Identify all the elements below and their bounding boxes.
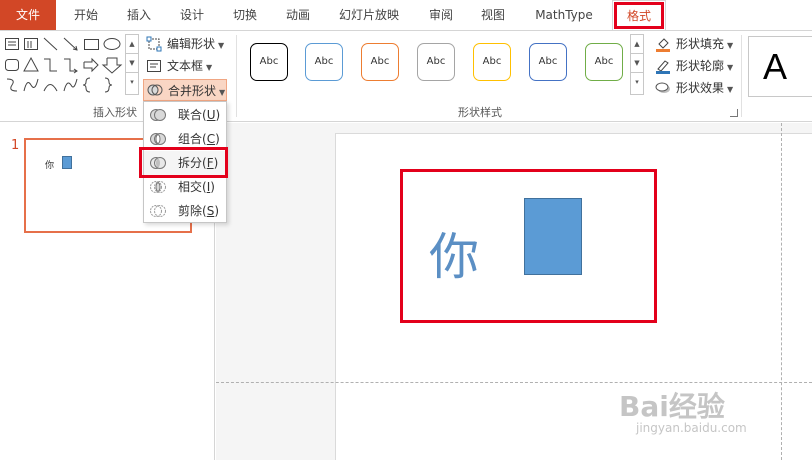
- text-box-button[interactable]: 文本框 ▼: [143, 56, 212, 76]
- merge-shapes-label: 合并形状: [168, 84, 217, 98]
- menu-item-label: 剪除: [178, 204, 203, 218]
- menu-item-hotkey: S: [206, 204, 215, 218]
- slide-number: 1: [11, 138, 20, 153]
- vertical-guide[interactable]: [781, 123, 782, 460]
- menu-item-hotkey: C: [206, 132, 216, 146]
- menu-item-hotkey: U: [206, 108, 216, 122]
- shape-style-swatch[interactable]: Abc: [473, 43, 511, 81]
- edit-shape-label: 编辑形状: [167, 37, 216, 51]
- fragment-option-highlight: [139, 147, 228, 178]
- horizontal-guide[interactable]: [216, 382, 812, 383]
- shape-effects-button[interactable]: 形状效果 ▼: [652, 78, 733, 98]
- gallery-more-icon[interactable]: ▾: [631, 73, 643, 92]
- shape-styles-group-label: 形状样式: [458, 106, 502, 119]
- scroll-down-icon[interactable]: ▼: [631, 54, 643, 73]
- shapes-gallery-scroll[interactable]: ▲ ▼ ▾: [125, 34, 139, 95]
- tab-view[interactable]: 视图: [471, 0, 515, 30]
- dropdown-arrow-icon: ▼: [727, 85, 734, 94]
- dropdown-arrow-icon: ▼: [206, 63, 213, 72]
- group-separator: [236, 35, 237, 117]
- merge-shapes-button[interactable]: 合并形状 ▼: [143, 79, 227, 101]
- combine-icon: [150, 133, 166, 145]
- thumbnail-rectangle: [62, 156, 72, 169]
- text-box-label: 文本框: [167, 59, 204, 73]
- shape-style-swatch[interactable]: Abc: [305, 43, 343, 81]
- menu-item-subtract[interactable]: 剪除(S): [144, 199, 226, 223]
- pencil-icon: [656, 60, 670, 74]
- shape-outline-button[interactable]: 形状轮廓 ▼: [652, 56, 733, 76]
- tab-mathtype[interactable]: MathType: [528, 0, 600, 30]
- edit-shape-icon: [146, 36, 162, 52]
- shape-style-swatch[interactable]: Abc: [417, 43, 455, 81]
- shape-fill-label: 形状填充: [676, 37, 725, 51]
- shape-fill-button[interactable]: 形状填充 ▼: [652, 34, 733, 54]
- tab-review[interactable]: 审阅: [419, 0, 463, 30]
- menu-item-label: 相交: [178, 180, 203, 194]
- merge-shapes-icon: [147, 84, 163, 96]
- menu-item-label: 联合: [178, 108, 203, 122]
- tab-design[interactable]: 设计: [170, 0, 214, 30]
- paint-bucket-icon: [656, 38, 670, 52]
- shape-effects-label: 形状效果: [676, 81, 725, 95]
- tab-transitions[interactable]: 切换: [223, 0, 267, 30]
- shapes-gallery[interactable]: [4, 35, 123, 95]
- thumbnail-char: 你: [45, 161, 55, 171]
- shape-style-swatch[interactable]: Abc: [250, 43, 288, 81]
- dropdown-arrow-icon: ▼: [219, 88, 226, 97]
- dropdown-arrow-icon: ▼: [727, 63, 734, 72]
- text-box-icon: [147, 60, 161, 72]
- dropdown-arrow-icon: ▼: [218, 41, 225, 50]
- dropdown-arrow-icon: ▼: [727, 41, 734, 50]
- tab-insert[interactable]: 插入: [117, 0, 161, 30]
- scroll-up-icon[interactable]: ▲: [126, 35, 138, 54]
- wordart-style-preview[interactable]: A: [748, 36, 812, 97]
- tab-animations[interactable]: 动画: [276, 0, 320, 30]
- scroll-down-icon[interactable]: ▼: [126, 54, 138, 73]
- shape-styles-scroll[interactable]: ▲ ▼ ▾: [630, 34, 644, 95]
- shapes-gallery-icons: [5, 37, 123, 93]
- edit-shape-button[interactable]: 编辑形状 ▼: [143, 34, 224, 54]
- union-icon: [150, 109, 166, 121]
- shape-effects-icon: [655, 82, 670, 93]
- format-tab-highlight: [614, 2, 664, 29]
- scroll-up-icon[interactable]: ▲: [631, 35, 643, 54]
- menu-item-union[interactable]: 联合(U): [144, 103, 226, 127]
- baidu-watermark-logo: Bai经验: [619, 390, 725, 423]
- shapes-selection-highlight: [400, 169, 657, 323]
- tab-slideshow[interactable]: 幻灯片放映: [333, 0, 405, 30]
- gallery-more-icon[interactable]: ▾: [126, 73, 138, 92]
- shape-outline-label: 形状轮廓: [676, 59, 725, 73]
- menu-item-label: 组合: [178, 132, 203, 146]
- tab-file[interactable]: 文件: [0, 0, 56, 30]
- subtract-icon: [150, 205, 166, 217]
- shape-style-swatch[interactable]: Abc: [585, 43, 623, 81]
- group-separator: [741, 35, 742, 117]
- intersect-icon: [150, 181, 166, 193]
- tab-home[interactable]: 开始: [64, 0, 108, 30]
- menu-item-intersect[interactable]: 相交(I): [144, 175, 226, 199]
- menu-item-hotkey: I: [206, 180, 211, 194]
- insert-shapes-group-label: 插入形状: [93, 106, 137, 119]
- dialog-launcher-icon[interactable]: [730, 109, 738, 117]
- shape-style-swatch[interactable]: Abc: [529, 43, 567, 81]
- baidu-watermark-url: jingyan.baidu.com: [636, 421, 747, 435]
- ribbon-tab-bar: 文件 开始 插入 设计 切换 动画 幻灯片放映 审阅 视图 MathType 格…: [0, 0, 812, 31]
- ribbon: ▲ ▼ ▾ 编辑形状 ▼ 文本框 ▼ 合并形状 ▼ 插入形状 Abc Abc Abc …: [0, 30, 812, 122]
- shape-style-swatch[interactable]: Abc: [361, 43, 399, 81]
